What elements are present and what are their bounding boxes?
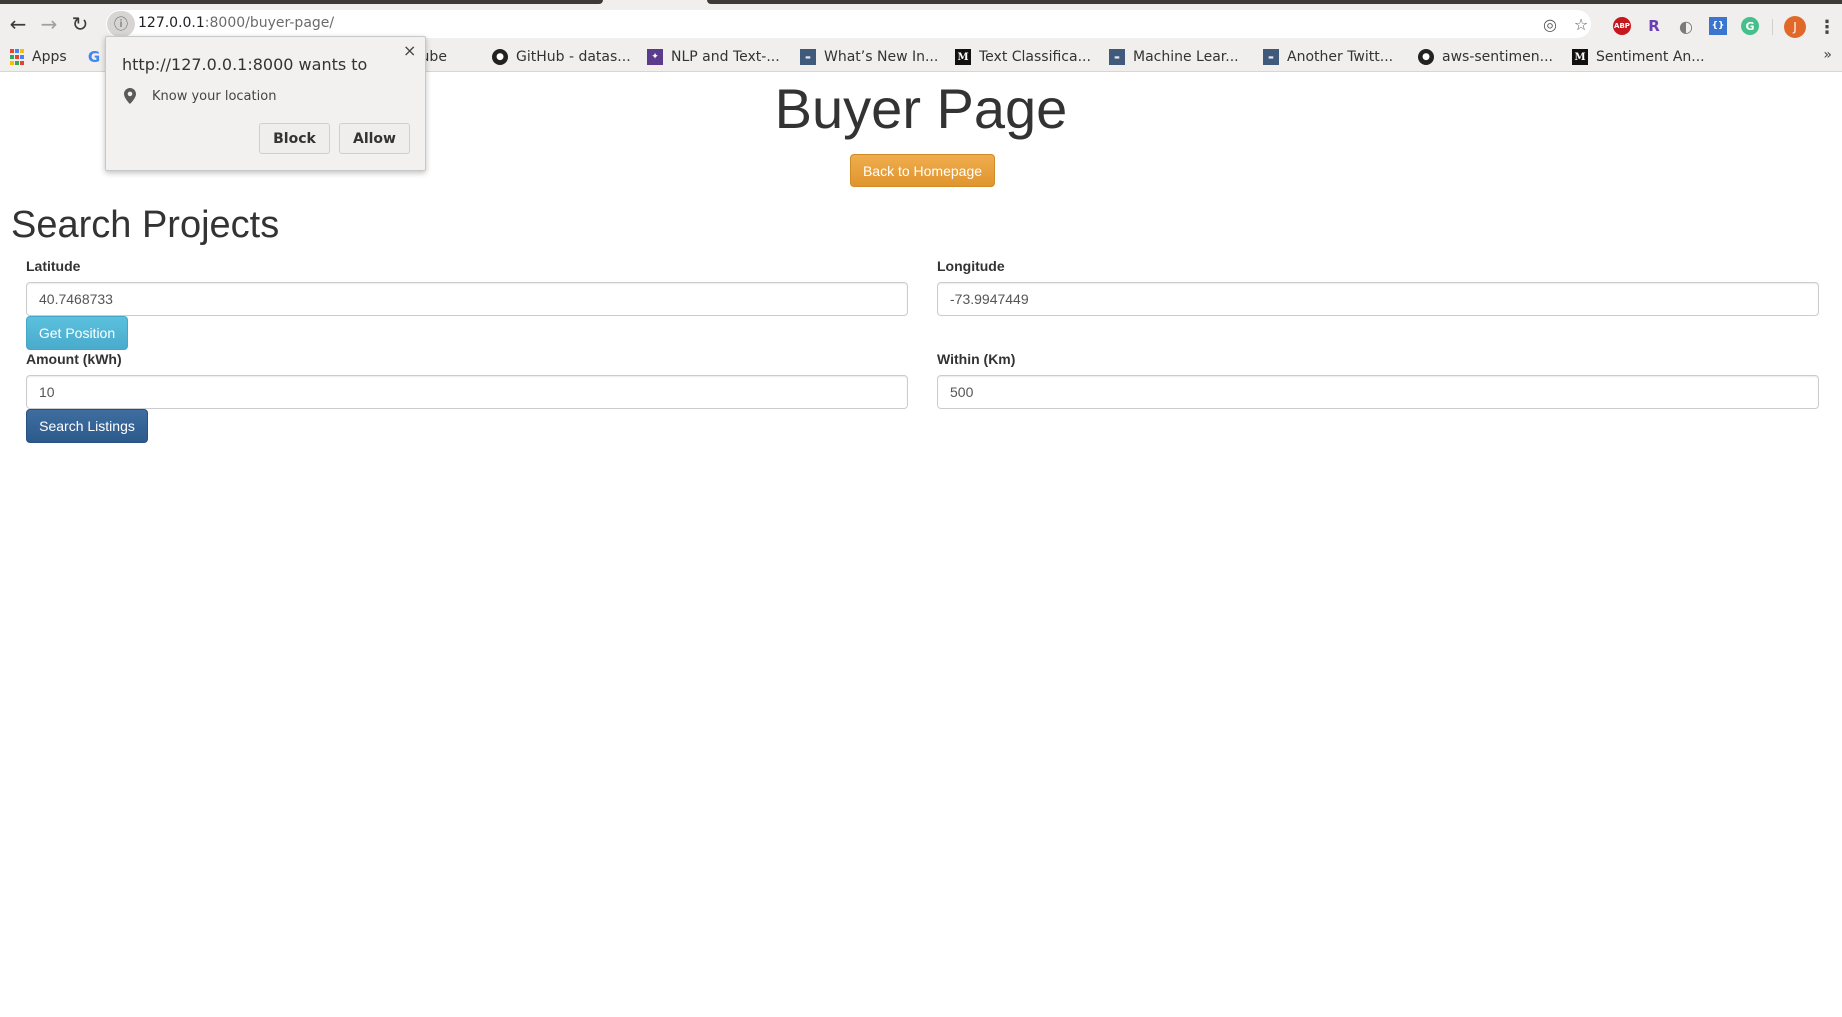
allow-button[interactable]: Allow <box>339 123 410 154</box>
permission-text: Know your location <box>152 89 277 104</box>
document-icon: ▬ <box>1263 49 1279 65</box>
block-button[interactable]: Block <box>259 123 330 154</box>
bookmarks-overflow-button[interactable]: » <box>1823 47 1832 63</box>
bookmark-github-datas[interactable]: ● GitHub - datas... <box>492 47 631 67</box>
document-icon: ▬ <box>800 49 816 65</box>
adblock-plus-icon[interactable]: ABP <box>1613 17 1631 35</box>
reload-icon[interactable]: ↻ <box>67 11 93 37</box>
arrow-right-icon[interactable]: → <box>36 11 62 37</box>
arrow-left-icon[interactable]: ← <box>5 11 31 37</box>
nlp-icon: ✦ <box>647 49 663 65</box>
tab-left[interactable] <box>0 0 603 4</box>
bookmark-aws-sentiment[interactable]: ● aws-sentimen... <box>1418 47 1553 67</box>
latitude-input[interactable]: 40.7468733 <box>26 282 908 316</box>
within-input[interactable]: 500 <box>937 375 1819 409</box>
page-content: Buyer Page Back to Homepage Search Proje… <box>0 72 1842 1017</box>
latitude-label: Latitude <box>26 258 81 274</box>
menu-icon[interactable]: ⋮ <box>1818 16 1836 38</box>
document-icon: ▬ <box>1109 49 1125 65</box>
bookmark-whats-new[interactable]: ▬ What’s New In... <box>800 47 938 67</box>
within-label: Within (Km) <box>937 351 1016 367</box>
medium-icon: M <box>1572 49 1588 65</box>
grammarly-icon[interactable]: G <box>1741 17 1759 35</box>
location-pin-icon <box>124 88 136 104</box>
json-extension-icon[interactable]: {} <box>1709 17 1727 35</box>
bookmark-text-classification[interactable]: M Text Classifica... <box>955 47 1091 67</box>
q-extension-icon[interactable]: ◐ <box>1677 17 1695 36</box>
star-icon[interactable]: ☆ <box>1570 13 1592 35</box>
medium-icon: M <box>955 49 971 65</box>
bookmark-another-twitter[interactable]: ▬ Another Twitt... <box>1263 47 1393 67</box>
toolbar-divider <box>1772 19 1773 35</box>
location-target-icon[interactable]: ◎ <box>1539 13 1561 35</box>
get-position-button[interactable]: Get Position <box>26 316 128 350</box>
search-listings-button[interactable]: Search Listings <box>26 409 148 443</box>
r-extension-icon[interactable]: R <box>1645 17 1663 35</box>
google-icon: G <box>87 48 101 66</box>
bookmark-machine-learning[interactable]: ▬ Machine Lear... <box>1109 47 1239 67</box>
longitude-input[interactable]: -73.9947449 <box>937 282 1819 316</box>
section-title: Search Projects <box>11 204 280 246</box>
bookmark-nlp[interactable]: ✦ NLP and Text-... <box>647 47 780 67</box>
info-icon[interactable]: ⓘ <box>107 11 135 37</box>
avatar[interactable]: J <box>1784 16 1806 38</box>
popup-title: http://127.0.0.1:8000 wants to <box>122 55 368 74</box>
address-bar[interactable]: ⓘ 127.0.0.1:8000/buyer-page/ ◎ ☆ <box>106 10 1591 38</box>
bookmark-apps[interactable]: Apps <box>10 47 67 67</box>
tab-right[interactable] <box>707 0 1842 4</box>
url-text[interactable]: 127.0.0.1:8000/buyer-page/ <box>138 15 334 31</box>
apps-grid-icon <box>10 49 24 65</box>
bookmark-sentiment-analysis[interactable]: M Sentiment An... <box>1572 47 1705 67</box>
location-permission-popup: http://127.0.0.1:8000 wants to × Know yo… <box>105 36 426 171</box>
longitude-label: Longitude <box>937 258 1005 274</box>
tab-strip <box>0 0 1842 7</box>
back-to-homepage-button[interactable]: Back to Homepage <box>850 154 995 187</box>
close-icon[interactable]: × <box>403 41 416 60</box>
amount-label: Amount (kWh) <box>26 351 122 367</box>
github-icon: ● <box>1418 49 1434 65</box>
github-icon: ● <box>492 49 508 65</box>
amount-input[interactable]: 10 <box>26 375 908 409</box>
